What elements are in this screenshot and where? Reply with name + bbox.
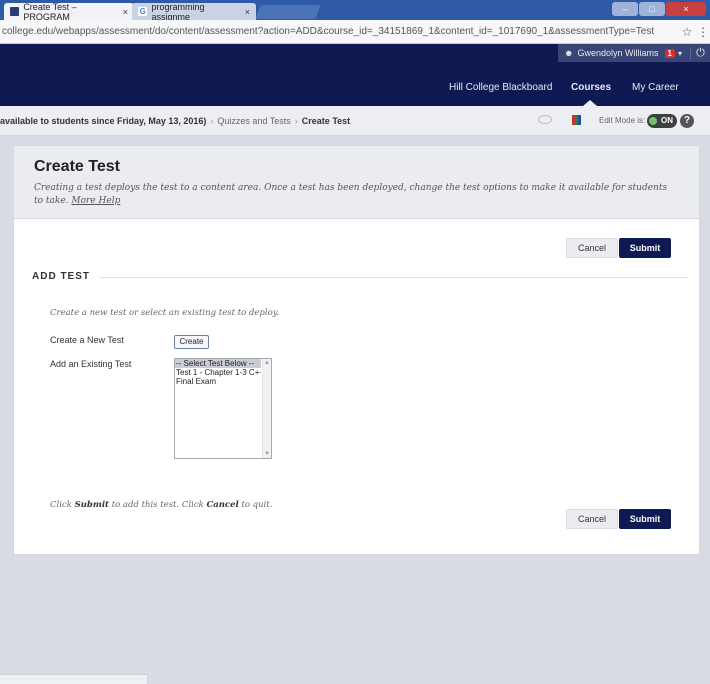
user-name[interactable]: Gwendolyn Williams [577,48,658,58]
breadcrumb-separator: › [294,115,298,126]
test-option[interactable]: -- Select Test Below -- [175,359,261,368]
footer-text: Click [50,500,72,510]
footer-text: to quit. [241,500,273,510]
browser-tab-create-test[interactable]: Create Test – PROGRAM × [4,1,134,22]
create-test-button[interactable]: Create [174,335,209,349]
nav-hill-college-blackboard[interactable]: Hill College Blackboard [449,82,552,93]
section-title-add-test: ADD TEST [32,271,90,282]
page-title: Create Test [34,158,120,175]
form-instructions: Create a new test or select an existing … [50,308,280,318]
create-new-test-label: Create a New Test [50,335,124,345]
section-divider [99,277,689,278]
browser-tab-label: Create Test – PROGRAM [23,1,77,22]
cancel-button-top[interactable]: Cancel [566,238,618,258]
bookmark-star-icon[interactable]: ☆ [678,25,696,39]
scroll-down-icon[interactable]: ▼ [264,451,270,457]
window-controls: – □ × [612,2,706,16]
existing-test-select[interactable]: -- Select Test Below -- Test 1 - Chapter… [174,358,272,459]
add-existing-test-label: Add an Existing Test [50,359,132,369]
nav-courses[interactable]: Courses [571,82,611,93]
close-tab-icon[interactable]: × [119,7,128,17]
page-header: Create Test Creating a test deploys the … [14,146,699,219]
course-menu-book-icon[interactable] [572,115,581,125]
breadcrumb-quizzes-and-tests[interactable]: Quizzes and Tests [217,116,290,126]
url-input[interactable]: college.edu/webapps/assessment/do/conten… [0,26,678,37]
scroll-up-icon[interactable]: ▲ [264,360,270,366]
main-navigation: Hill College Blackboard Courses My Caree… [0,82,710,98]
more-help-link[interactable]: More Help [71,196,120,206]
breadcrumb: available to students since Friday, May … [0,106,710,136]
page-description: Creating a test deploys the test to a co… [34,182,674,208]
logout-power-icon[interactable]: ⏻ [690,46,710,60]
cancel-button-bottom[interactable]: Cancel [566,509,618,529]
user-icon: ☻ [564,48,574,58]
submit-button-bottom[interactable]: Submit [619,509,671,529]
help-icon[interactable]: ? [680,114,694,128]
browser-tab-label: programming assignme [151,1,205,22]
content-panel: Create Test Creating a test deploys the … [13,145,700,555]
footer-submit-word: Submit [74,500,109,510]
close-window-button[interactable]: × [666,2,706,16]
notification-badge[interactable]: 1 [664,48,675,58]
new-tab-button[interactable] [255,5,321,19]
google-favicon-icon: G [138,7,148,16]
student-preview-eye-icon[interactable] [538,115,552,124]
edit-mode-toggle[interactable]: ON [647,114,677,128]
edit-mode-label: Edit Mode is: [599,116,646,125]
submit-button-top[interactable]: Submit [619,238,671,258]
breadcrumb-course[interactable]: available to students since Friday, May … [0,116,206,126]
close-tab-icon[interactable]: × [241,7,250,17]
nav-my-career[interactable]: My Career [632,82,679,93]
footer-cancel-word: Cancel [206,500,239,510]
footer-text: to add this test. Click [111,500,204,510]
blackboard-header: ☻ Gwendolyn Williams 1 ▾ ⏻ Hill College … [0,44,710,106]
blackboard-favicon-icon [10,7,20,16]
test-option[interactable]: Test 1 - Chapter 1-3 C++ [175,368,261,377]
browser-tab-strip: Create Test – PROGRAM × G programming as… [0,0,710,22]
breadcrumb-separator: › [210,115,214,126]
form-footer-note: Click Submit to add this test. Click Can… [50,500,272,510]
address-bar: college.edu/webapps/assessment/do/conten… [0,20,710,44]
test-option[interactable]: Final Exam [175,377,261,386]
chevron-down-icon[interactable]: ▾ [678,49,682,58]
page-description-text: Creating a test deploys the test to a co… [34,183,668,206]
status-bar [0,674,148,684]
minimize-window-button[interactable]: – [612,2,638,16]
browser-tab-programming[interactable]: G programming assignme × [132,1,256,22]
maximize-window-button[interactable]: □ [639,2,665,16]
user-menu[interactable]: ☻ Gwendolyn Williams 1 ▾ ⏻ [558,44,710,62]
listbox-scrollbar[interactable]: ▲ ▼ [262,359,271,458]
breadcrumb-current: Create Test [301,115,351,126]
browser-menu-icon[interactable]: ⋮ [696,25,710,39]
